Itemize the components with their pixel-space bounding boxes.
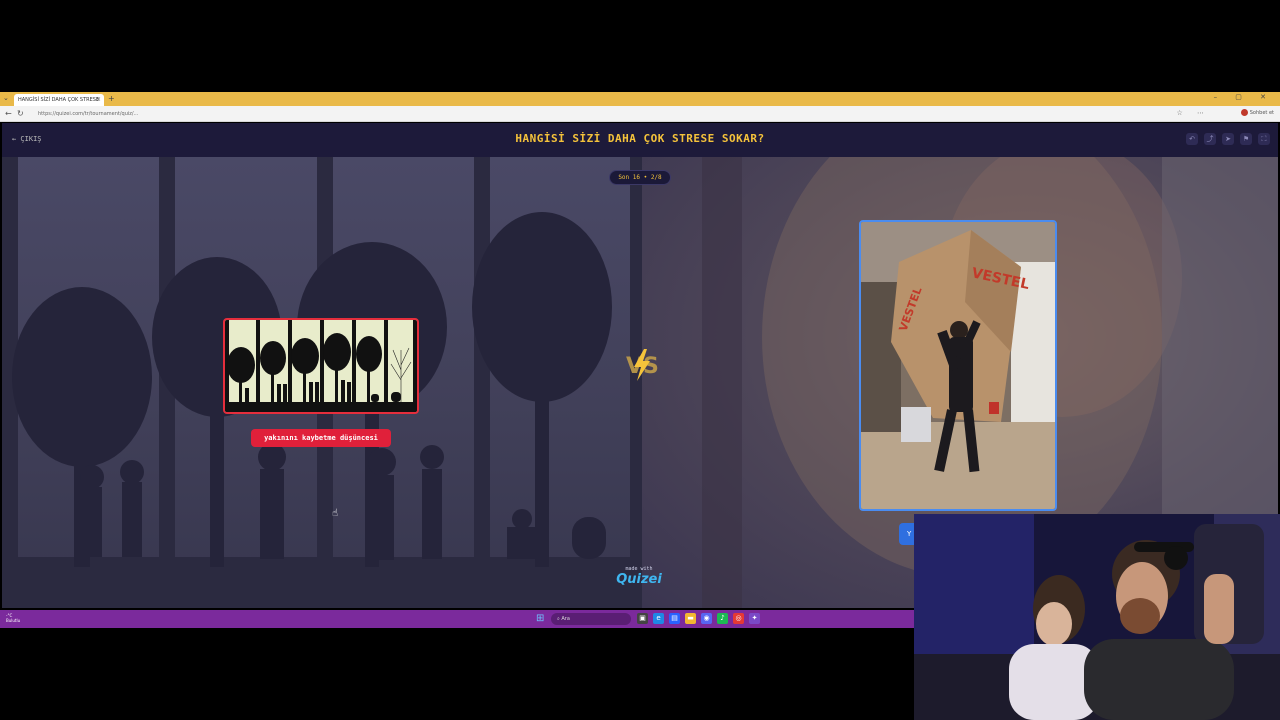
header-actions: ↶ ⤴ ➤ ⚑ ⛶ bbox=[1186, 133, 1270, 145]
taskbar-search[interactable]: ⌕ Ara bbox=[551, 613, 631, 625]
windows-start-icon[interactable]: ⊞ bbox=[536, 613, 544, 624]
tab-close-icon[interactable]: × bbox=[96, 96, 101, 103]
profile-button[interactable]: Sohbet et bbox=[1240, 109, 1274, 116]
vs-badge: VS bbox=[622, 347, 662, 383]
screen: ⌄ HANGİSİ SİZİ DAHA ÇOK STRESE × + – ▢ ✕… bbox=[0, 0, 1280, 720]
lightning-icon: VS bbox=[626, 349, 659, 381]
spotify-icon[interactable]: ♪ bbox=[717, 613, 728, 624]
search-placeholder: Ara bbox=[561, 616, 570, 622]
man-lifting-box-image: VESTEL VESTEL bbox=[861, 222, 1055, 509]
share-icon[interactable]: ⤴ bbox=[1204, 133, 1216, 145]
avatar bbox=[1240, 109, 1248, 116]
chrome-icon[interactable]: ◎ bbox=[733, 613, 744, 624]
send-icon[interactable]: ➤ bbox=[1222, 133, 1234, 145]
flag-icon[interactable]: ⚑ bbox=[1240, 133, 1252, 145]
url-field[interactable]: https://quizei.com/tr/tournament/quiz/..… bbox=[30, 109, 1190, 119]
right-option-card[interactable]: VESTEL VESTEL bbox=[859, 220, 1057, 511]
folder-icon[interactable]: ▬ bbox=[685, 613, 696, 624]
store-icon[interactable]: ▤ bbox=[669, 613, 680, 624]
page-title: HANGİSİ SİZİ DAHA ÇOK STRESE SOKAR? bbox=[515, 132, 765, 145]
window-controls[interactable]: – ▢ ✕ bbox=[1214, 93, 1274, 101]
discord-icon[interactable]: ◉ bbox=[701, 613, 712, 624]
app-header: ← ÇIKIŞ HANGİSİ SİZİ DAHA ÇOK STRESE SOK… bbox=[2, 123, 1278, 157]
quizei-logo: Quizei bbox=[616, 572, 662, 587]
address-bar-icons[interactable]: ☆ ⋯ bbox=[1176, 109, 1210, 117]
weather-desc: Bulutlu bbox=[6, 618, 21, 623]
left-option-card[interactable] bbox=[223, 318, 419, 414]
edge-icon[interactable]: e bbox=[653, 613, 664, 624]
silhouette-trees-image bbox=[225, 320, 417, 412]
new-tab-button[interactable]: + bbox=[108, 94, 115, 103]
browser-tab[interactable]: HANGİSİ SİZİ DAHA ÇOK STRESE × bbox=[14, 94, 104, 106]
webcam-overlay bbox=[914, 514, 1280, 720]
task-view-icon[interactable]: ▣ bbox=[637, 613, 648, 624]
profile-label: Sohbet et bbox=[1249, 110, 1274, 116]
taskbar-apps: ▣ e ▤ ▬ ◉ ♪ ◎ ✦ bbox=[637, 613, 760, 624]
back-icon[interactable]: ← bbox=[5, 109, 12, 118]
app-icon[interactable]: ✦ bbox=[749, 613, 760, 624]
address-bar: ← ↻ https://quizei.com/tr/tournament/qui… bbox=[0, 106, 1280, 122]
weather-widget[interactable]: -°C Bulutlu bbox=[6, 613, 20, 623]
tab-title: HANGİSİ SİZİ DAHA ÇOK STRESE bbox=[18, 97, 100, 103]
mouse-cursor-icon: ☝ bbox=[332, 508, 339, 519]
reload-icon[interactable]: ↻ bbox=[17, 109, 24, 118]
webcam-feed-image bbox=[914, 514, 1280, 720]
undo-icon[interactable]: ↶ bbox=[1186, 133, 1198, 145]
left-option-label[interactable]: yakınını kaybetme düşüncesi bbox=[251, 429, 391, 447]
round-badge: Son 16 • 2/8 bbox=[609, 170, 671, 185]
tab-list-icon[interactable]: ⌄ bbox=[3, 94, 9, 102]
fullscreen-icon[interactable]: ⛶ bbox=[1258, 133, 1270, 145]
browser-tab-bar: ⌄ HANGİSİ SİZİ DAHA ÇOK STRESE × + – ▢ ✕ bbox=[0, 92, 1280, 106]
made-with-logo[interactable]: made with Quizei bbox=[614, 566, 664, 587]
